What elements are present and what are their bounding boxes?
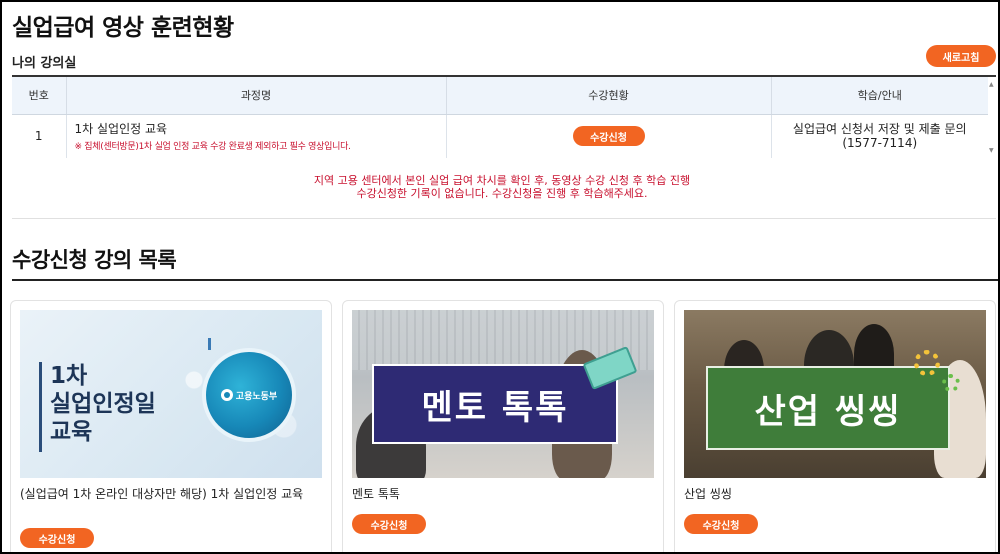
course-thumbnail[interactable]: 1차 실업인정일 교육 고용노동부 <box>20 310 322 478</box>
status-cell: 수강신청 <box>446 114 772 158</box>
column-header-status: 수강현황 <box>446 77 772 115</box>
thumbnail-line-1: 1차 <box>50 363 88 389</box>
column-header-course: 과정명 <box>66 77 447 115</box>
course-card-enroll-button[interactable]: 수강신청 <box>352 514 426 534</box>
lecture-table-container: 번호 과정명 수강현황 학습/안내 1 1차 실업인정 교육 ※ 집체(센터방문… <box>12 75 996 158</box>
column-header-number: 번호 <box>12 77 67 115</box>
page-frame: 실업급여 영상 훈련현황 나의 강의실 새로고침 번호 과정명 수강현황 학습/… <box>2 2 998 552</box>
page-title: 실업급여 영상 훈련현황 <box>12 15 234 41</box>
scroll-down-arrow-icon[interactable]: ▼ <box>989 147 994 154</box>
gear-icon <box>942 374 960 392</box>
thumbnail-banner: 산업 씽씽 <box>706 366 950 450</box>
course-card-title[interactable]: 산업 씽씽 <box>684 487 986 501</box>
course-card-mentor[interactable]: 멘토 톡톡 멘토 톡톡 수강신청 <box>342 300 664 552</box>
thumbnail-title: 1차 실업인정일 교육 <box>50 362 156 446</box>
scroll-up-arrow-icon[interactable]: ▲ <box>989 81 994 88</box>
guide-cell[interactable]: 실업급여 신청서 저장 및 제출 문의 (1577-7114) <box>771 114 988 158</box>
course-card-enroll-button[interactable]: 수강신청 <box>684 514 758 534</box>
course-name: 1차 실업인정 교육 <box>74 122 168 136</box>
course-note: ※ 집체(센터방문)1차 실업 인정 교육 수강 완료생 제외하고 필수 영상입… <box>74 142 351 152</box>
course-card-title[interactable]: (실업급여 1차 온라인 대상자만 해당) 1차 실업인정 교육 <box>20 487 322 501</box>
thumbnail-line-2: 실업인정일 <box>50 391 156 417</box>
accent-tick <box>208 338 211 350</box>
ministry-emblem: 고용노동부 <box>202 348 296 442</box>
row-number: 1 <box>12 114 67 158</box>
course-card-unemployment[interactable]: 1차 실업인정일 교육 고용노동부 (실업급여 1차 온라인 대상자만 해당) … <box>10 300 332 552</box>
notice-line-1: 지역 고용 센터에서 본인 실업 급여 차시를 확인 후, 동영상 수강 신청 … <box>313 174 691 187</box>
course-list-title: 수강신청 강의 목록 <box>12 248 177 272</box>
accent-bar <box>39 362 42 452</box>
course-card-title[interactable]: 멘토 톡톡 <box>352 487 654 501</box>
notice-line-2: 수강신청한 기록이 없습니다. 수강신청을 진행 후 학습해주세요. <box>356 187 648 200</box>
guide-phone-text: (1577-7114) <box>842 136 918 150</box>
thumbnail-banner: 멘토 톡톡 <box>372 364 618 444</box>
course-thumbnail[interactable]: 멘토 톡톡 <box>352 310 654 478</box>
lecture-table: 번호 과정명 수강현황 학습/안내 1 1차 실업인정 교육 ※ 집체(센터방문… <box>12 77 988 158</box>
ministry-logo-text: 고용노동부 <box>235 391 278 402</box>
refresh-button[interactable]: 새로고침 <box>926 45 996 67</box>
section-divider <box>12 218 996 219</box>
course-thumbnail[interactable]: 산업 씽씽 <box>684 310 986 478</box>
thumbnail-title: 산업 씽씽 <box>754 391 902 432</box>
thumbnail-line-3: 교육 <box>50 419 93 445</box>
notice-message: 지역 고용 센터에서 본인 실업 급여 차시를 확인 후, 동영상 수강 신청 … <box>2 174 998 200</box>
ministry-logo: 고용노동부 <box>220 389 278 402</box>
my-classroom-heading: 나의 강의실 <box>12 56 77 71</box>
table-scrollbar[interactable]: ▲ ▼ <box>988 77 996 158</box>
gear-icon <box>914 350 940 376</box>
course-card-industry[interactable]: 산업 씽씽 산업 씽씽 수강신청 <box>674 300 996 552</box>
course-card-enroll-button[interactable]: 수강신청 <box>20 528 94 548</box>
column-header-guide: 학습/안내 <box>771 77 988 115</box>
table-row: 1 1차 실업인정 교육 ※ 집체(센터방문)1차 실업 인정 교육 수강 완료… <box>12 114 988 158</box>
course-cell: 1차 실업인정 교육 ※ 집체(센터방문)1차 실업 인정 교육 수강 완료생 … <box>66 114 447 158</box>
guide-inquiry-text: 실업급여 신청서 저장 및 제출 문의 <box>792 122 967 136</box>
thumbnail-title: 멘토 톡톡 <box>421 387 569 428</box>
course-list-divider <box>12 279 998 281</box>
ministry-logo-icon <box>220 389 233 401</box>
enroll-button[interactable]: 수강신청 <box>572 126 645 146</box>
table-header-row: 번호 과정명 수강현황 학습/안내 <box>12 77 988 115</box>
